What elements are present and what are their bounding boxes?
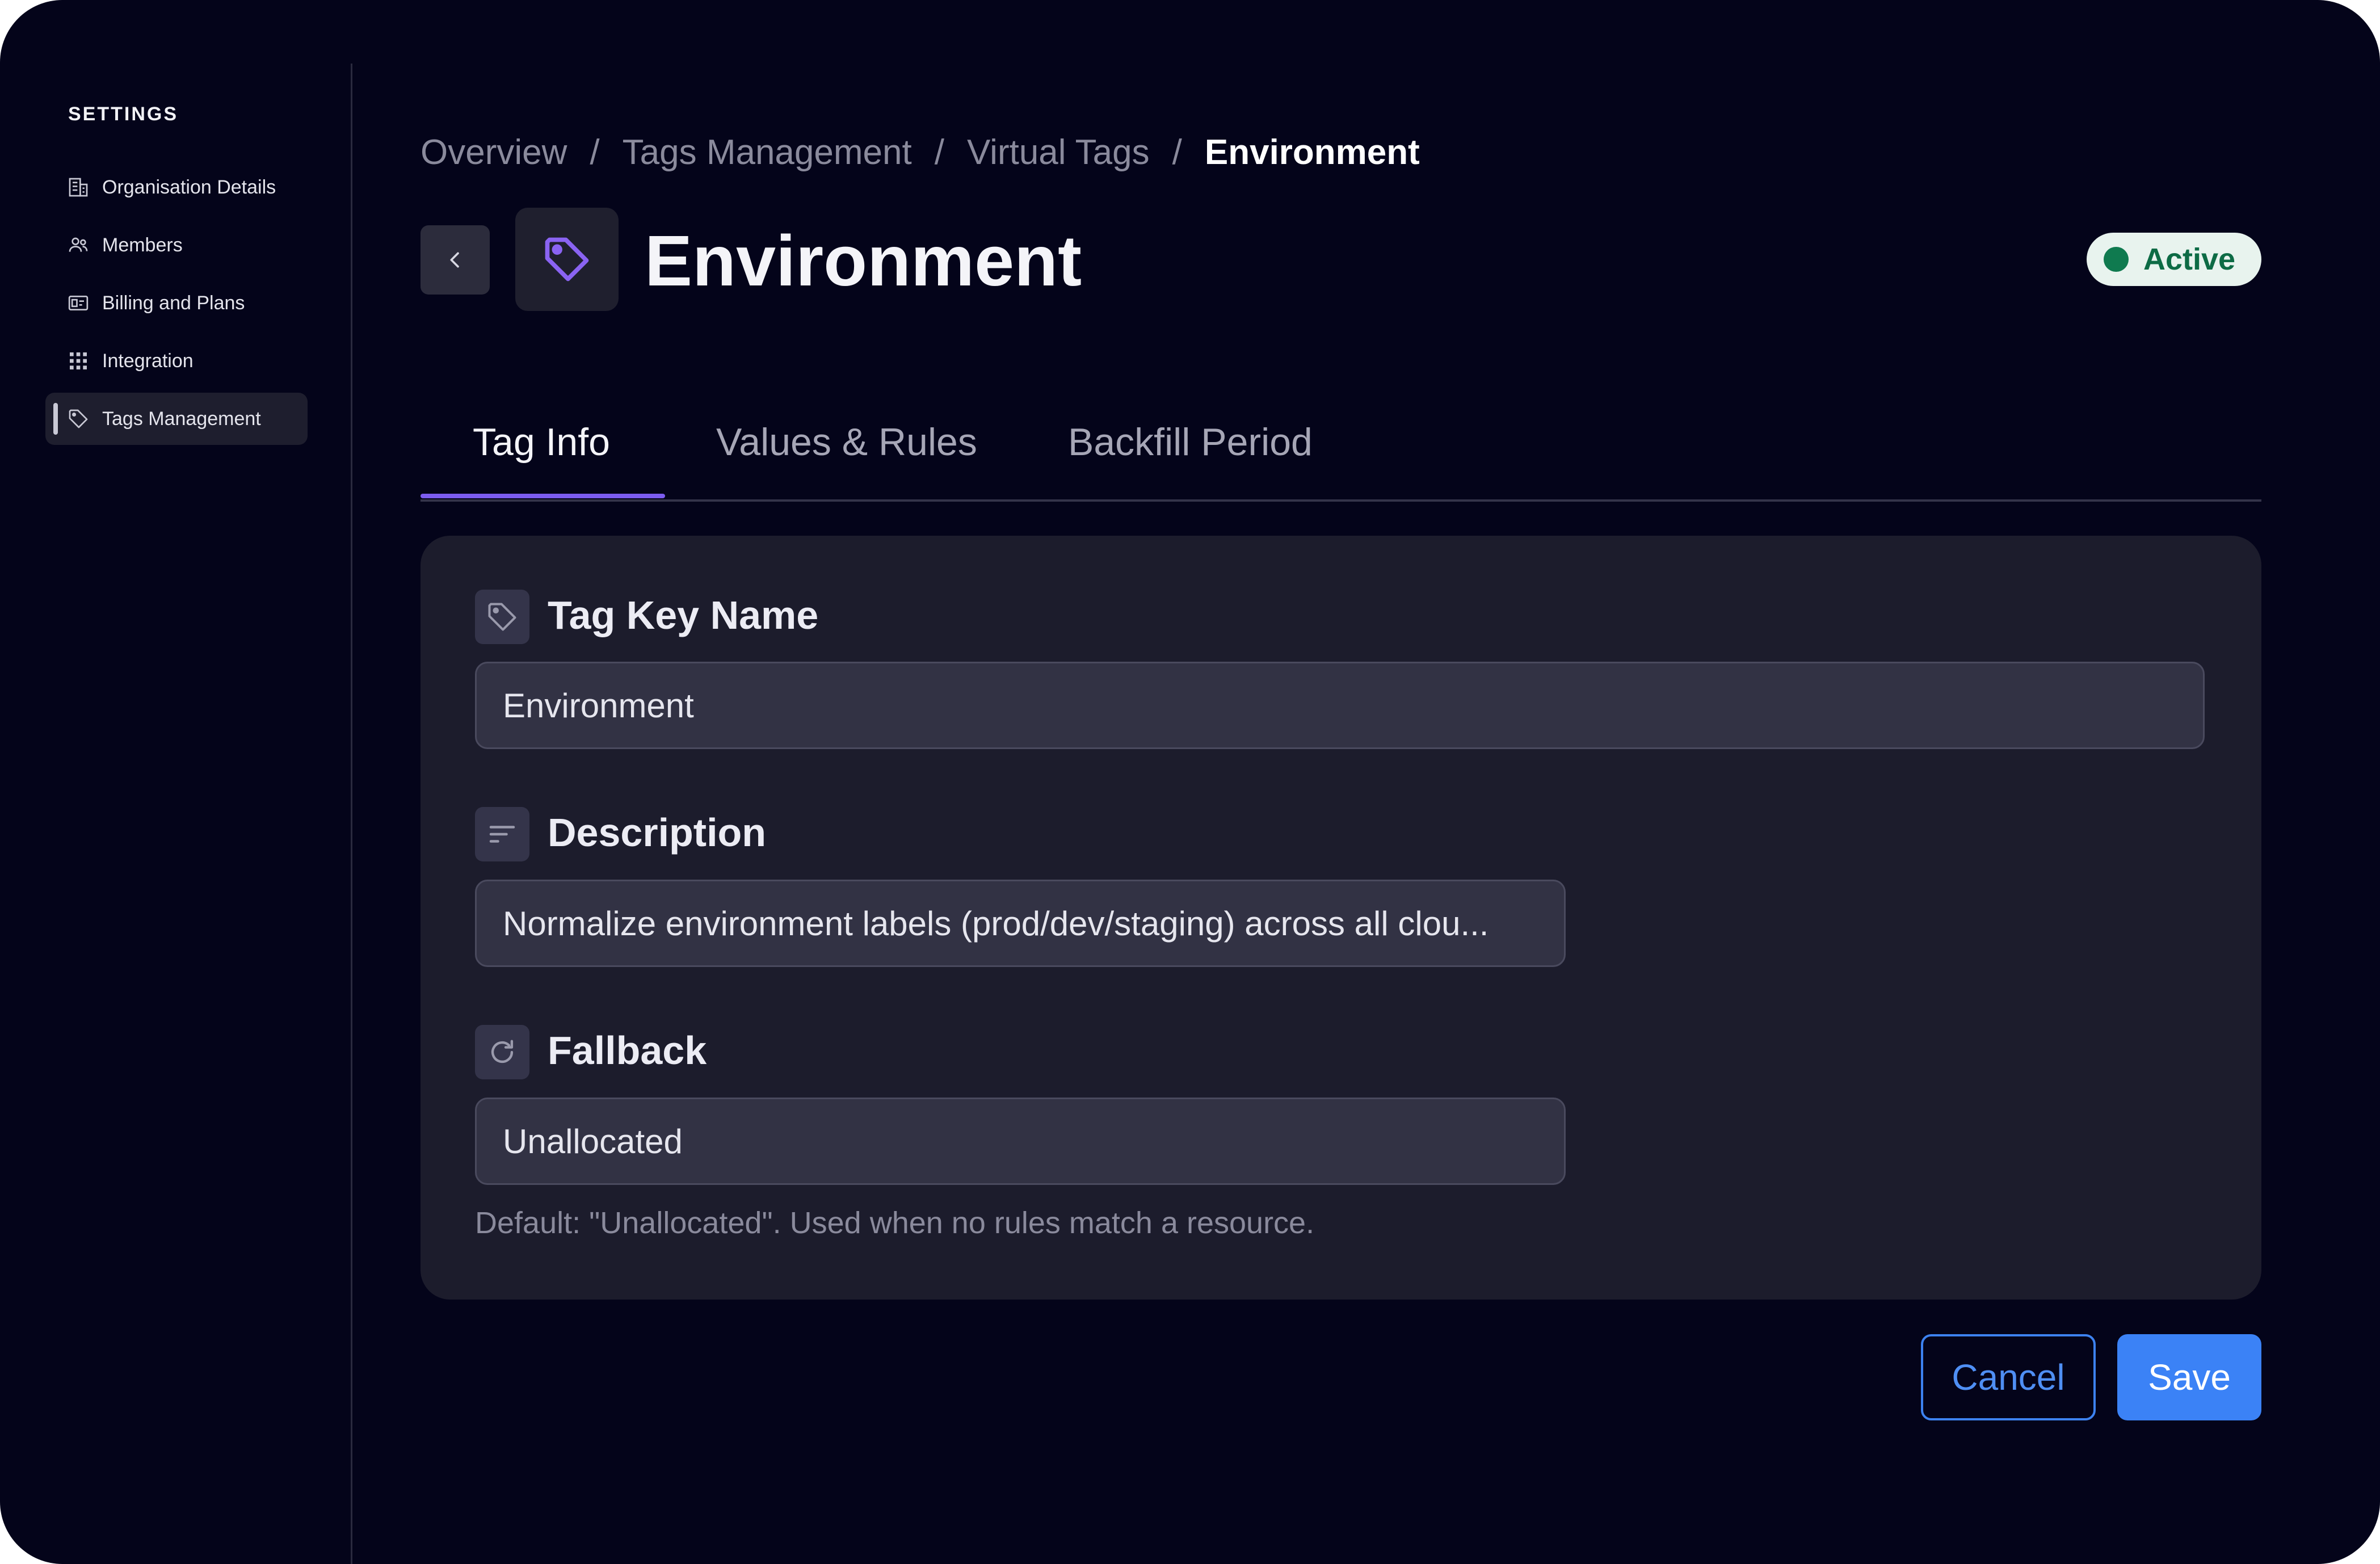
description-label: Description [548, 810, 767, 855]
active-indicator [53, 403, 58, 435]
tag-info-card: Tag Key Name Environment Description Nor… [421, 536, 2261, 1300]
fallback-input[interactable]: Unallocated [475, 1098, 1566, 1185]
tag-icon [69, 409, 88, 428]
save-button[interactable]: Save [2117, 1334, 2261, 1420]
fallback-label: Fallback [548, 1028, 707, 1073]
building-icon [69, 178, 88, 197]
tag-avatar [515, 208, 619, 311]
cancel-button[interactable]: Cancel [1921, 1334, 2096, 1420]
tab-bar: Tag Info Values & Rules Backfill Period [421, 397, 2261, 502]
sidebar-item-label: Organisation Details [102, 176, 276, 198]
tab-backfill-period[interactable]: Backfill Period [1068, 420, 1313, 464]
chevron-left-icon [450, 252, 459, 268]
billing-icon [68, 296, 89, 310]
breadcrumb-current: Environment [1204, 132, 1420, 172]
breadcrumb-overview[interactable]: Overview [421, 132, 567, 173]
text-lines-icon [489, 826, 515, 843]
breadcrumb: Overview / Tags Management / Virtual Tag… [421, 129, 1420, 175]
tag-key-field-icon [475, 590, 529, 644]
sidebar-item-members[interactable]: Members [45, 219, 308, 271]
sidebar-item-organisation-details[interactable]: Organisation Details [45, 161, 308, 213]
fallback-field-icon [475, 1025, 529, 1079]
status-dot [2104, 247, 2129, 272]
tab-tag-info[interactable]: Tag Info [473, 420, 610, 464]
sidebar-item-label: Members [102, 234, 183, 256]
users-icon [69, 237, 88, 252]
tag-key-input[interactable]: Environment [475, 662, 2205, 749]
tag-icon [545, 237, 589, 281]
breadcrumb-virtual-tags[interactable]: Virtual Tags [967, 132, 1150, 173]
status-text: Active [2143, 242, 2236, 276]
breadcrumb-tags-management[interactable]: Tags Management [623, 132, 912, 173]
tab-values-rules[interactable]: Values & Rules [716, 420, 977, 464]
breadcrumb-separator: / [590, 132, 600, 172]
description-input[interactable]: Normalize environment labels (prod/dev/s… [475, 880, 1566, 967]
grid-icon [70, 352, 87, 369]
sidebar-title: SETTINGS [68, 103, 179, 125]
settings-window: SETTINGS Organisation Details Members Bi… [0, 0, 2380, 1564]
sidebar-item-integration[interactable]: Integration [45, 335, 308, 387]
status-badge: Active [2087, 233, 2261, 286]
sidebar-item-label: Integration [102, 350, 194, 372]
sidebar-item-tags-management[interactable]: Tags Management [45, 393, 308, 445]
breadcrumb-separator: / [1172, 132, 1182, 172]
fallback-helper-text: Default: "Unallocated". Used when no rul… [475, 1206, 1315, 1240]
sidebar-item-label: Tags Management [102, 408, 261, 430]
page-title: Environment [645, 221, 1082, 301]
breadcrumb-separator: / [934, 132, 944, 172]
description-field-icon [475, 807, 529, 861]
sidebar-item-billing[interactable]: Billing and Plans [45, 277, 308, 329]
tag-key-label: Tag Key Name [548, 593, 819, 637]
refresh-icon [491, 1040, 514, 1063]
back-button[interactable] [421, 225, 490, 295]
sidebar: SETTINGS Organisation Details Members Bi… [0, 64, 352, 1564]
tag-icon [488, 603, 516, 631]
sidebar-item-label: Billing and Plans [102, 292, 245, 314]
active-tab-underline [421, 494, 665, 498]
